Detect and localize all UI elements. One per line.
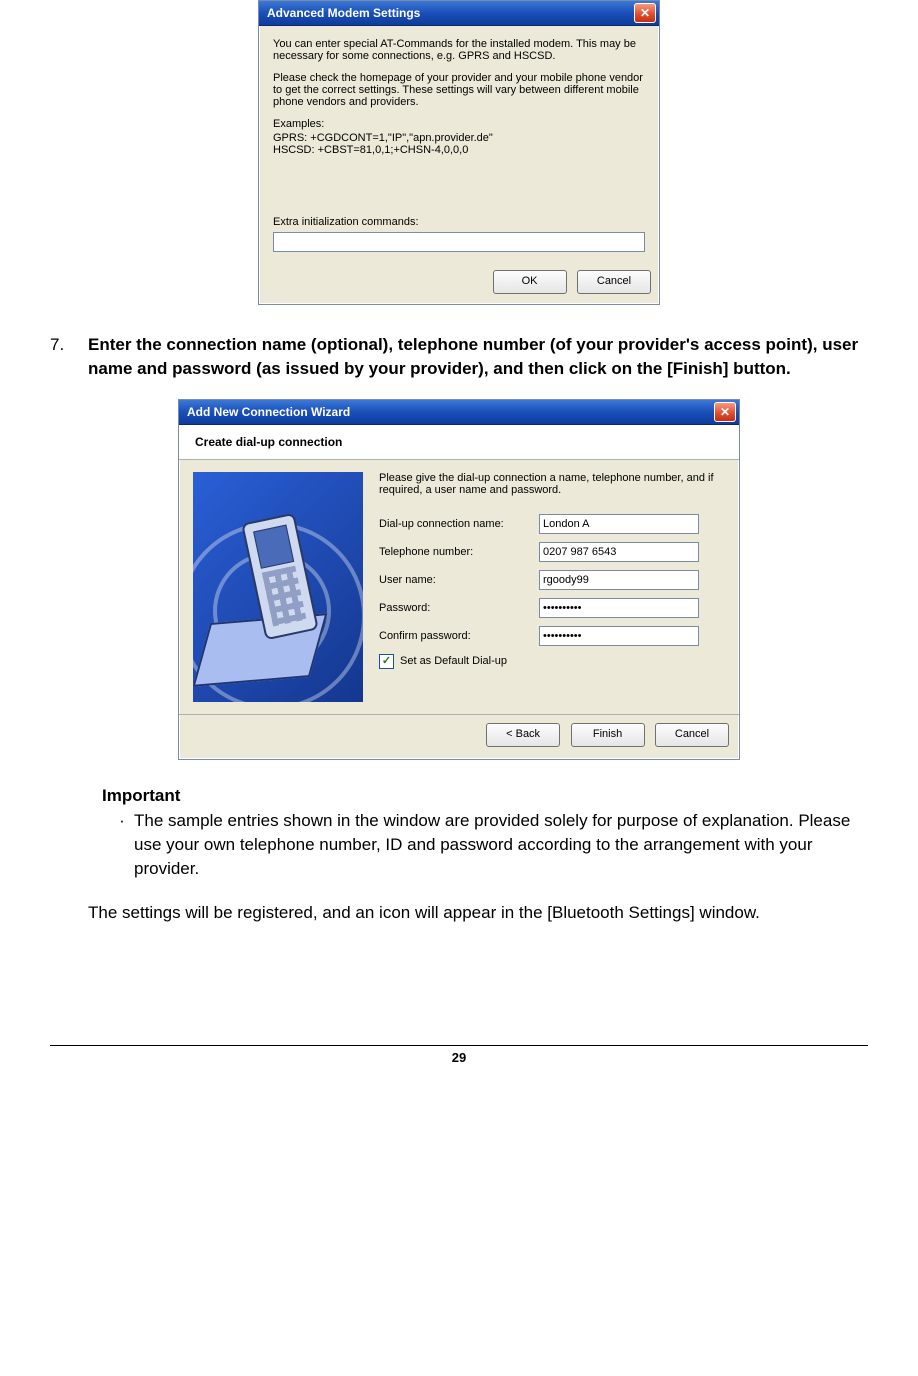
back-button[interactable]: < Back bbox=[486, 723, 560, 747]
extra-init-label: Extra initialization commands: bbox=[273, 216, 645, 228]
connection-name-label: Dial-up connection name: bbox=[379, 518, 539, 530]
cancel-button[interactable]: Cancel bbox=[577, 270, 651, 294]
dialog-paragraph: You can enter special AT-Commands for th… bbox=[273, 38, 645, 62]
dialog-title: Advanced Modem Settings bbox=[267, 6, 420, 20]
wizard-instruction: Please give the dial-up connection a nam… bbox=[379, 472, 725, 496]
user-name-input[interactable] bbox=[539, 570, 699, 590]
close-icon[interactable]: ✕ bbox=[714, 402, 736, 422]
telephone-number-label: Telephone number: bbox=[379, 546, 539, 558]
wizard-subheader: Create dial-up connection bbox=[179, 425, 739, 460]
example-gprs: GPRS: +CGDCONT=1,"IP","apn.provider.de" bbox=[273, 132, 645, 144]
advanced-modem-settings-dialog: Advanced Modem Settings ✕ You can enter … bbox=[258, 0, 660, 305]
step-7: 7. Enter the connection name (optional),… bbox=[50, 333, 868, 381]
ok-button[interactable]: OK bbox=[493, 270, 567, 294]
result-text: The settings will be registered, and an … bbox=[88, 901, 868, 925]
connection-name-input[interactable] bbox=[539, 514, 699, 534]
default-dialup-checkbox[interactable]: ✓ bbox=[379, 654, 394, 669]
examples-label: Examples: bbox=[273, 118, 645, 130]
add-new-connection-wizard-dialog: Add New Connection Wizard ✕ Create dial-… bbox=[178, 399, 740, 760]
password-input[interactable] bbox=[539, 598, 699, 618]
step-number: 7. bbox=[50, 333, 88, 381]
example-hscsd: HSCSD: +CBST=81,0,1;+CHSN-4,0,0,0 bbox=[273, 144, 645, 156]
important-heading: Important bbox=[102, 784, 868, 808]
close-icon[interactable]: ✕ bbox=[634, 3, 656, 23]
telephone-number-input[interactable] bbox=[539, 542, 699, 562]
step-text: Enter the connection name (optional), te… bbox=[88, 333, 868, 381]
page-number: 29 bbox=[50, 1045, 868, 1065]
confirm-password-input[interactable] bbox=[539, 626, 699, 646]
dialog-paragraph: Please check the homepage of your provid… bbox=[273, 72, 645, 108]
extra-init-input[interactable] bbox=[273, 232, 645, 252]
confirm-password-label: Confirm password: bbox=[379, 630, 539, 642]
finish-button[interactable]: Finish bbox=[571, 723, 645, 747]
dialog-titlebar[interactable]: Advanced Modem Settings ✕ bbox=[259, 1, 659, 26]
password-label: Password: bbox=[379, 602, 539, 614]
important-section: Important · The sample entries shown in … bbox=[102, 784, 868, 881]
wizard-subtitle: Create dial-up connection bbox=[195, 435, 723, 449]
cancel-button[interactable]: Cancel bbox=[655, 723, 729, 747]
dialog-title: Add New Connection Wizard bbox=[187, 405, 350, 419]
user-name-label: User name: bbox=[379, 574, 539, 586]
wizard-illustration bbox=[193, 472, 363, 702]
dialog-titlebar[interactable]: Add New Connection Wizard ✕ bbox=[179, 400, 739, 425]
important-bullet-text: The sample entries shown in the window a… bbox=[134, 809, 868, 880]
bullet-icon: · bbox=[110, 809, 134, 880]
default-dialup-label: Set as Default Dial-up bbox=[400, 655, 507, 667]
